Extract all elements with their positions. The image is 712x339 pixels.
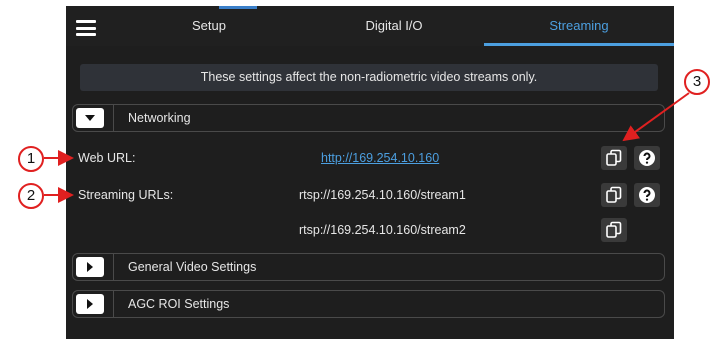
annotation-arrows bbox=[44, 92, 690, 203]
callout-3: 3 bbox=[684, 69, 710, 95]
callout-arrow-3 bbox=[622, 92, 690, 142]
callout-1: 1 bbox=[18, 146, 44, 172]
callout-2: 2 bbox=[18, 183, 44, 209]
